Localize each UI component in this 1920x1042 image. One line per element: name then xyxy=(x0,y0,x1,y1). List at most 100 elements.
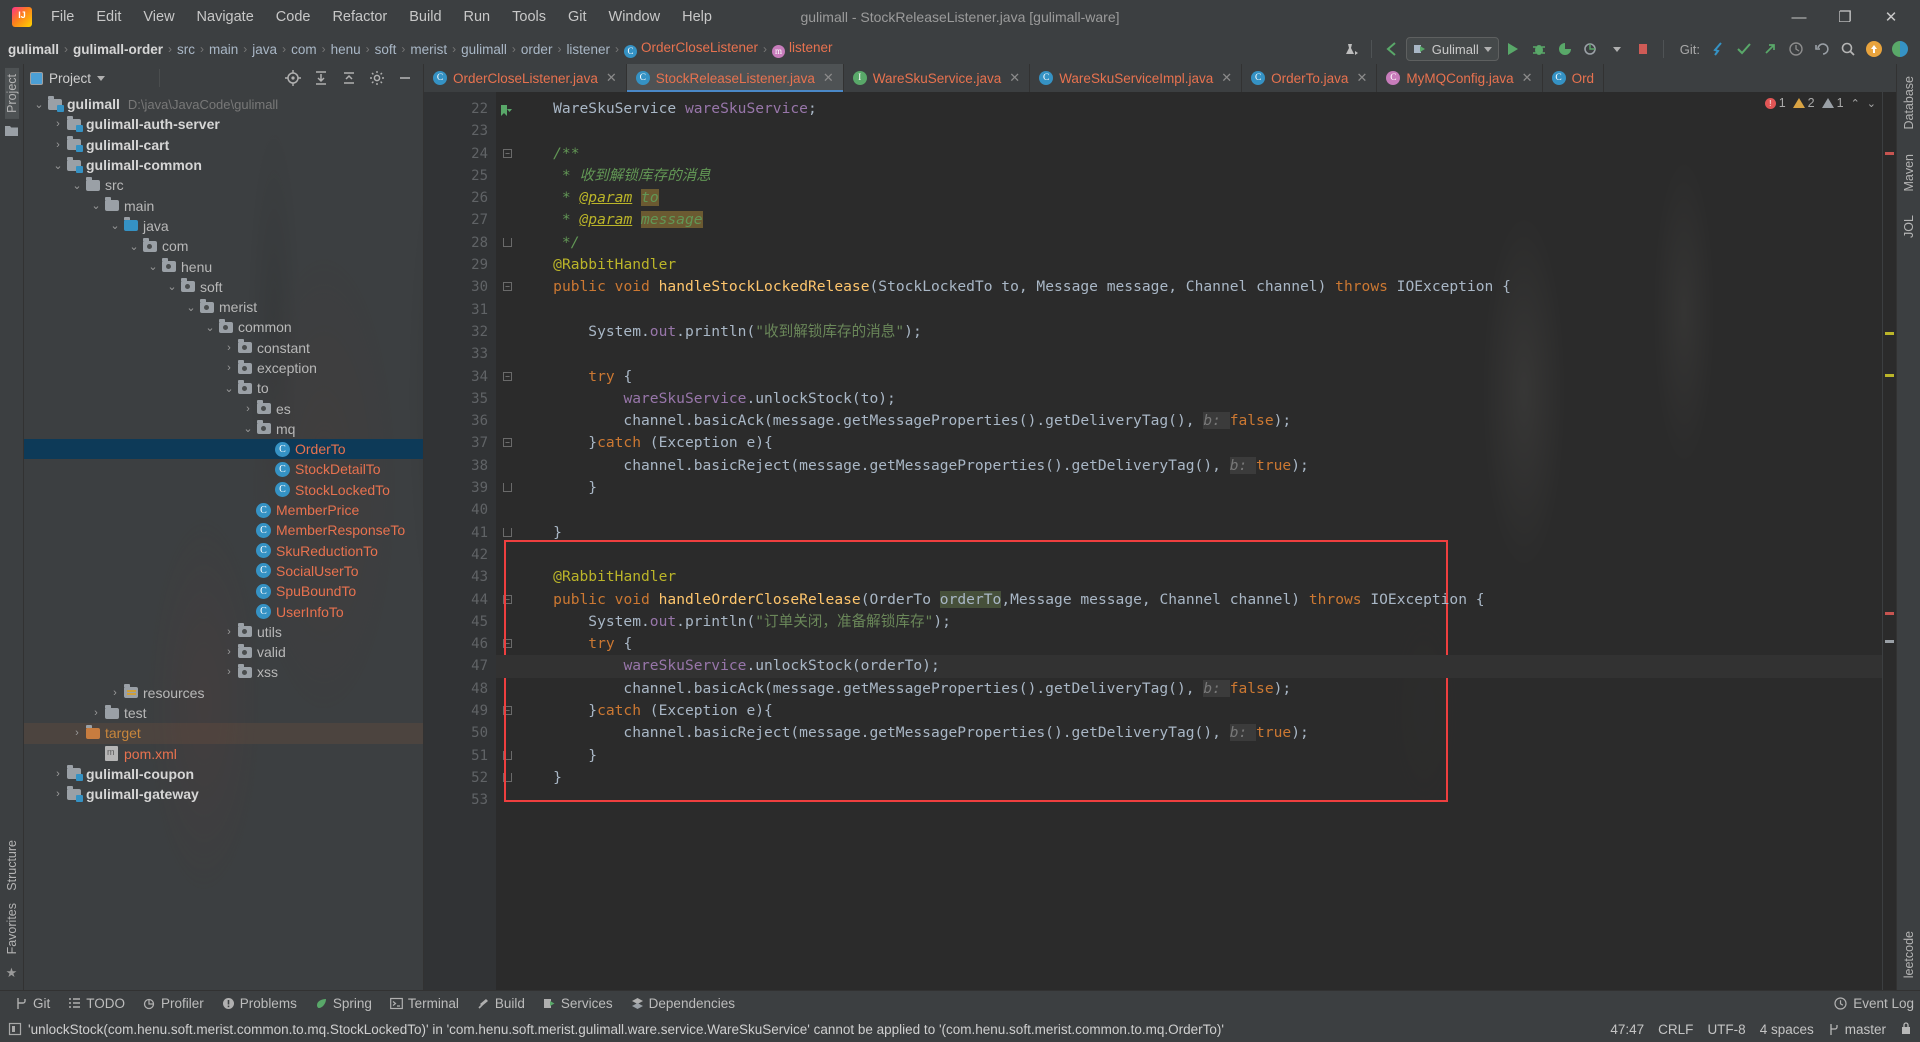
file-encoding[interactable]: UTF-8 xyxy=(1707,1022,1745,1037)
tree-expand-arrow[interactable]: ⌄ xyxy=(32,98,46,111)
line-number[interactable]: 26 xyxy=(424,187,496,209)
warning-marker[interactable] xyxy=(1885,640,1894,643)
line-number[interactable]: 38 xyxy=(424,455,496,477)
editor-tab-mymqconfig-java[interactable]: C MyMQConfig.java ✕ xyxy=(1377,64,1543,92)
line-number[interactable]: 34− xyxy=(424,366,512,388)
tree-expand-arrow[interactable]: ⌄ xyxy=(241,422,255,435)
line-number[interactable]: 53 xyxy=(424,789,496,811)
tree-node-gulimall-coupon[interactable]: › gulimall-coupon xyxy=(24,764,423,784)
code-line[interactable]: System.out.println("收到解锁库存的消息"); xyxy=(518,321,1882,343)
stop-icon[interactable] xyxy=(1631,38,1655,60)
error-count-badge[interactable]: ! 1 xyxy=(1764,96,1786,110)
warning-count-badge[interactable]: 2 xyxy=(1792,96,1815,110)
code-line[interactable]: public void handleOrderCloseRelease(Orde… xyxy=(518,589,1882,611)
tree-expand-arrow[interactable]: › xyxy=(241,403,255,415)
breadcrumb-item-7[interactable]: soft xyxy=(375,42,397,57)
warning-marker[interactable] xyxy=(1885,332,1894,335)
menu-build[interactable]: Build xyxy=(398,5,452,29)
tree-node-gulimall-common[interactable]: ⌄ gulimall-common xyxy=(24,155,423,175)
tree-node-xss[interactable]: › xss xyxy=(24,662,423,682)
menu-run[interactable]: Run xyxy=(453,5,502,29)
star-icon[interactable]: ★ xyxy=(6,960,18,986)
tool-todo[interactable]: TODO xyxy=(59,994,134,1013)
rollback-icon[interactable] xyxy=(1810,38,1834,60)
tool-services[interactable]: Services xyxy=(534,994,622,1013)
menu-edit[interactable]: Edit xyxy=(85,5,132,29)
line-number[interactable]: 27 xyxy=(424,209,496,231)
tree-expand-arrow[interactable]: › xyxy=(222,362,236,374)
breadcrumb-item-11[interactable]: listener xyxy=(566,42,610,57)
tree-expand-arrow[interactable]: › xyxy=(222,666,236,678)
tree-node-memberprice[interactable]: C MemberPrice xyxy=(24,500,423,520)
tree-expand-arrow[interactable]: › xyxy=(89,707,103,719)
line-number[interactable]: 37− xyxy=(424,432,512,454)
tool-spring[interactable]: Spring xyxy=(306,994,381,1013)
line-number[interactable]: 43 xyxy=(424,566,496,588)
breadcrumb-item-1[interactable]: gulimall-order xyxy=(73,42,163,57)
editor-tab-orderto-java[interactable]: C OrderTo.java ✕ xyxy=(1242,64,1378,92)
code-line[interactable] xyxy=(518,544,1882,566)
line-number[interactable]: 42 xyxy=(424,544,496,566)
tree-node-merist[interactable]: ⌄ merist xyxy=(24,297,423,317)
error-marker-strip[interactable] xyxy=(1882,92,1896,990)
tree-node-memberresponseto[interactable]: C MemberResponseTo xyxy=(24,520,423,540)
tree-node-exception[interactable]: › exception xyxy=(24,358,423,378)
line-number[interactable]: 51 xyxy=(424,745,512,767)
tree-expand-arrow[interactable]: ⌄ xyxy=(146,260,160,273)
breadcrumb-item-class[interactable]: C OrderCloseListener xyxy=(623,40,758,58)
line-number[interactable]: 28 xyxy=(424,232,512,254)
tree-node-valid[interactable]: › valid xyxy=(24,642,423,662)
tree-node-userinfoto[interactable]: C UserInfoTo xyxy=(24,601,423,621)
line-number[interactable]: 22 xyxy=(424,98,512,120)
breadcrumb-item-6[interactable]: henu xyxy=(331,42,361,57)
tree-node-main[interactable]: ⌄ main xyxy=(24,195,423,215)
profiler-icon[interactable] xyxy=(1579,38,1603,60)
git-branch-widget[interactable]: master xyxy=(1828,1022,1886,1037)
tree-node-test[interactable]: › test xyxy=(24,703,423,723)
hide-panel-icon[interactable] xyxy=(393,67,417,89)
breadcrumb-item-method[interactable]: m listener xyxy=(772,40,833,58)
close-tab-icon[interactable]: ✕ xyxy=(823,70,834,86)
rail-maven-tab[interactable]: Maven xyxy=(1902,148,1916,198)
indent-setting[interactable]: 4 spaces xyxy=(1760,1022,1814,1037)
tree-expand-arrow[interactable]: ⌄ xyxy=(165,280,179,293)
tree-expand-arrow[interactable]: › xyxy=(51,768,65,780)
line-number[interactable]: 35 xyxy=(424,388,496,410)
tree-node-target[interactable]: › target xyxy=(24,723,423,744)
expand-all-icon[interactable] xyxy=(309,67,333,89)
tree-node-to[interactable]: ⌄ to xyxy=(24,378,423,398)
code-line[interactable] xyxy=(518,343,1882,365)
tree-expand-arrow[interactable]: ⌄ xyxy=(127,240,141,253)
menu-refactor[interactable]: Refactor xyxy=(321,5,398,29)
run-configuration-selector[interactable]: Gulimall xyxy=(1405,37,1499,61)
rail-structure-tab[interactable]: Structure xyxy=(5,834,19,897)
code-line[interactable]: }catch (Exception e){ xyxy=(518,700,1882,722)
breadcrumb-item-0[interactable]: gulimall xyxy=(8,42,59,57)
code-editor[interactable]: 22 23 24−25 26 27 28 29 30−31 32 33 34−35 36 37−38 39… xyxy=(424,92,1896,990)
tree-expand-arrow[interactable]: › xyxy=(222,646,236,658)
line-number[interactable]: 39 xyxy=(424,477,512,499)
chevron-down-icon[interactable] xyxy=(97,75,106,81)
folder-icon[interactable] xyxy=(5,119,18,144)
chevron-down-icon[interactable]: ⌄ xyxy=(1867,97,1876,110)
tool-problems[interactable]: Problems xyxy=(213,994,306,1013)
editor-tab-ord[interactable]: C Ord xyxy=(1543,64,1605,92)
tool-dependencies[interactable]: Dependencies xyxy=(622,994,744,1013)
tree-expand-arrow[interactable]: › xyxy=(70,727,84,739)
tree-expand-arrow[interactable]: › xyxy=(108,687,122,699)
line-number[interactable]: 46− xyxy=(424,633,512,655)
menu-view[interactable]: View xyxy=(132,5,185,29)
code-line[interactable]: @RabbitHandler xyxy=(518,254,1882,276)
rail-leetcode-tab[interactable]: leetcode xyxy=(1902,925,1916,984)
close-tab-icon[interactable]: ✕ xyxy=(1009,70,1020,86)
code-line[interactable]: } xyxy=(518,522,1882,544)
menu-navigate[interactable]: Navigate xyxy=(186,5,265,29)
tool-git[interactable]: Git xyxy=(6,994,59,1013)
rail-database-tab[interactable]: Database xyxy=(1902,70,1916,136)
code-line[interactable]: try { xyxy=(518,633,1882,655)
tree-node-henu[interactable]: ⌄ henu xyxy=(24,256,423,276)
line-number[interactable]: 36 xyxy=(424,410,496,432)
line-number[interactable]: 30− xyxy=(424,276,512,298)
tool-terminal[interactable]: Terminal xyxy=(381,994,468,1013)
error-marker[interactable] xyxy=(1885,152,1894,155)
